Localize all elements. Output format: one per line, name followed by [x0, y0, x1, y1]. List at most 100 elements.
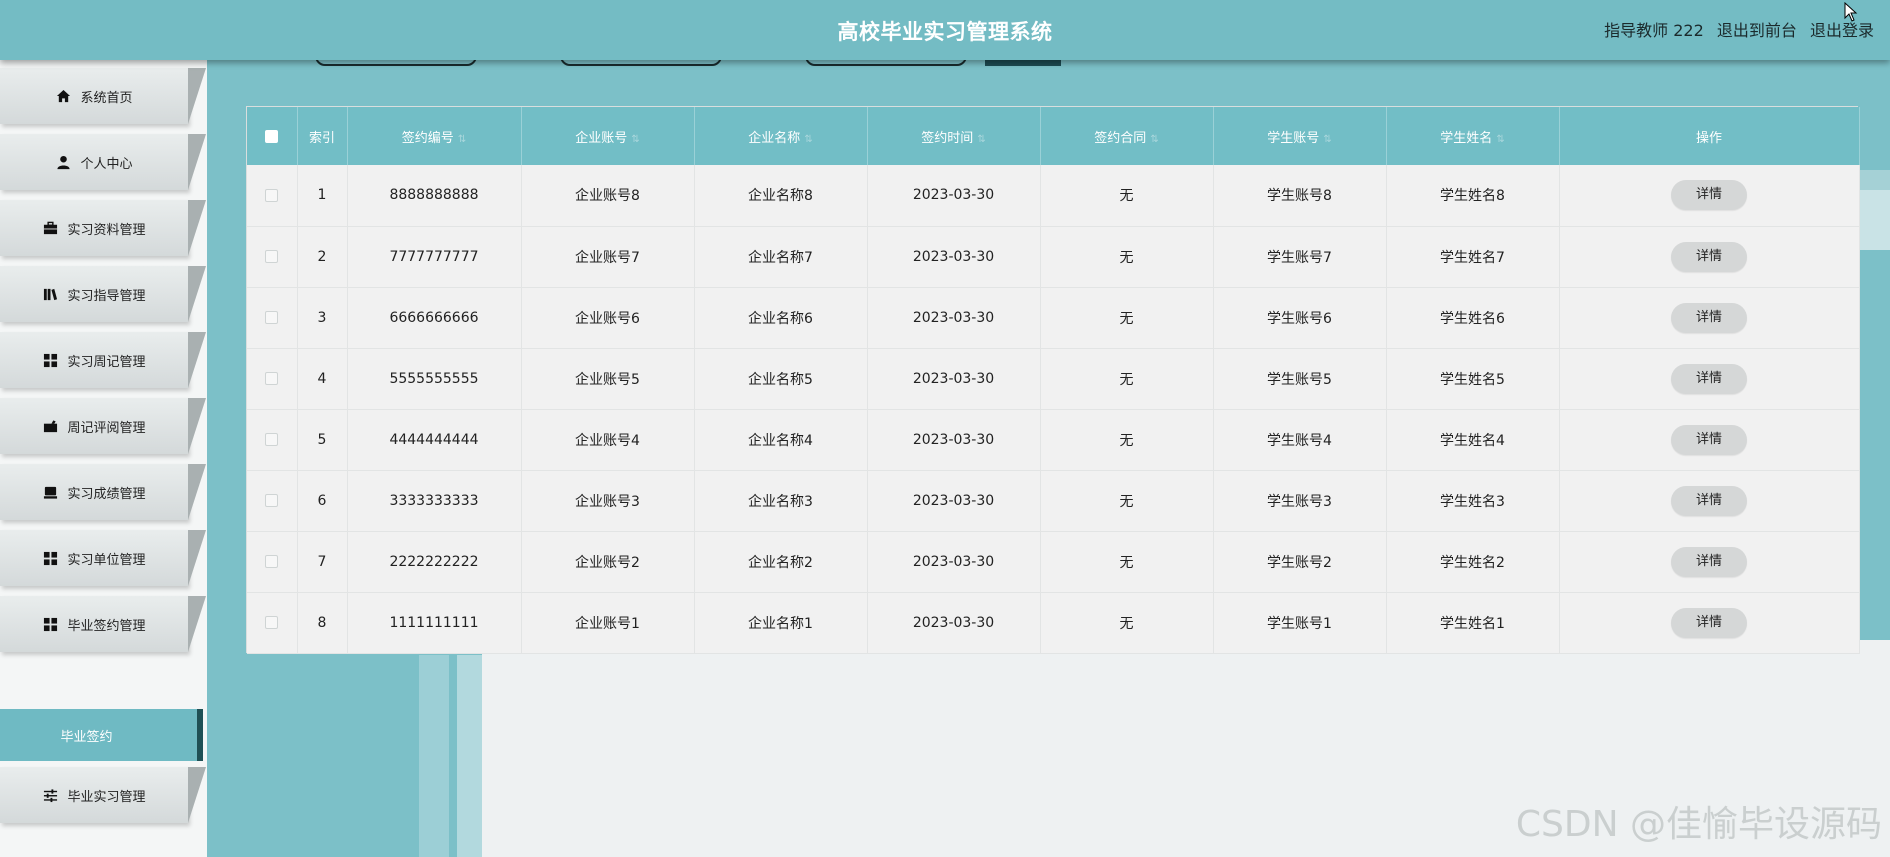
- sidebar-item-profile[interactable]: 个人中心: [0, 134, 206, 190]
- cell-index: 1: [297, 165, 348, 227]
- cell-student-account: 学生账号6: [1213, 287, 1387, 349]
- row-checkbox[interactable]: [265, 433, 279, 446]
- sort-icon[interactable]: ⇅: [1150, 134, 1158, 145]
- toolbar-button[interactable]: [805, 60, 967, 66]
- sort-icon[interactable]: ⇅: [977, 134, 985, 145]
- cell-action: 详情: [1559, 348, 1860, 410]
- cell-company-account: 企业账号3: [521, 470, 695, 532]
- row-select-cell: [247, 226, 298, 288]
- sort-icon[interactable]: ⇅: [631, 134, 639, 145]
- detail-button[interactable]: 详情: [1671, 607, 1747, 638]
- cell-company-name: 企业名称4: [694, 409, 868, 471]
- cell-index: 6: [297, 470, 348, 532]
- table-row: 4 5555555555 企业账号5 企业名称5 2023-03-30 无学生账号5 学生姓…: [247, 348, 1860, 410]
- cell-student-account: 学生账号4: [1213, 409, 1387, 471]
- cell-contract: 无: [1040, 165, 1214, 227]
- sidebar-item-weekly[interactable]: 实习周记管理: [0, 332, 206, 388]
- sort-icon[interactable]: ⇅: [458, 134, 466, 145]
- cell-contract: 无: [1040, 226, 1214, 288]
- row-checkbox[interactable]: [265, 372, 279, 385]
- sidebar-item-internship[interactable]: 毕业实习管理: [0, 767, 206, 823]
- row-checkbox[interactable]: [265, 494, 279, 507]
- cell-sign-no: 1111111111: [347, 592, 522, 654]
- toolbar-button[interactable]: [560, 60, 722, 66]
- cell-student-name: 学生姓名7: [1386, 226, 1560, 288]
- detail-button[interactable]: 详情: [1671, 363, 1747, 394]
- sidebar-item-signing[interactable]: 毕业签约管理: [0, 596, 206, 652]
- user-icon: [55, 154, 71, 170]
- cell-sign-no: 8888888888: [347, 165, 522, 227]
- cell-sign-time: 2023-03-30: [867, 531, 1041, 593]
- sidebar-item-review[interactable]: 周记评阅管理: [0, 398, 206, 454]
- cell-index: 8: [297, 592, 348, 654]
- sidebar-item-guidance[interactable]: 实习指导管理: [0, 266, 206, 322]
- sidebar-item-home[interactable]: 系统首页: [0, 68, 206, 124]
- sidebar-item-scores[interactable]: 实习成绩管理: [0, 464, 206, 520]
- detail-button[interactable]: 详情: [1671, 485, 1747, 516]
- col-company-name[interactable]: 企业名称 ⇅: [694, 107, 868, 165]
- cell-student-name: 学生姓名1: [1386, 592, 1560, 654]
- cell-sign-no: 7777777777: [347, 226, 522, 288]
- cell-sign-time: 2023-03-30: [867, 348, 1041, 410]
- back-to-front-link[interactable]: 退出到前台: [1717, 21, 1797, 40]
- cell-action: 详情: [1559, 592, 1860, 654]
- detail-button[interactable]: 详情: [1671, 180, 1747, 211]
- cell-company-account: 企业账号8: [521, 165, 695, 227]
- sort-icon[interactable]: ⇅: [1323, 134, 1331, 145]
- sidebar-item-units[interactable]: 实习单位管理: [0, 530, 206, 586]
- col-sign-time[interactable]: 签约时间 ⇅: [867, 107, 1041, 165]
- cell-company-name: 企业名称8: [694, 165, 868, 227]
- table-row: 6 3333333333 企业账号3 企业名称3 2023-03-30 无学生账号3 学生姓…: [247, 470, 1860, 532]
- sidebar-subitem-graduation-signing[interactable]: 毕业签约: [0, 709, 203, 761]
- sort-icon[interactable]: ⇅: [804, 134, 812, 145]
- cell-sign-no: 4444444444: [347, 409, 522, 471]
- toolbar-button[interactable]: [985, 60, 1061, 66]
- row-select-cell: [247, 470, 298, 532]
- sidebar-item-label: 系统首页: [80, 90, 133, 106]
- book-icon: [42, 286, 58, 302]
- sidebar-item-label: 实习周记管理: [67, 354, 146, 370]
- mouse-cursor-icon: [1844, 2, 1858, 22]
- sidebar-item-label: 实习指导管理: [67, 288, 146, 304]
- sidebar-item-materials[interactable]: 实习资料管理: [0, 200, 206, 256]
- row-checkbox[interactable]: [265, 555, 279, 568]
- detail-button[interactable]: 详情: [1671, 302, 1747, 333]
- sliders-icon: [42, 787, 58, 803]
- row-checkbox[interactable]: [265, 311, 279, 324]
- col-company-account[interactable]: 企业账号 ⇅: [521, 107, 695, 165]
- sidebar-item-label: 实习资料管理: [67, 222, 146, 238]
- col-sign-no[interactable]: 签约编号 ⇅: [347, 107, 522, 165]
- row-checkbox[interactable]: [265, 250, 279, 263]
- row-checkbox[interactable]: [265, 188, 279, 202]
- cell-sign-no: 5555555555: [347, 348, 522, 410]
- select-all-checkbox[interactable]: [265, 129, 279, 143]
- logout-link[interactable]: 退出登录: [1810, 21, 1874, 40]
- table-row: 3 6666666666 企业账号6 企业名称6 2023-03-30 无学生账号6 学生姓…: [247, 287, 1860, 349]
- sidebar-item-label: 实习单位管理: [67, 552, 146, 568]
- cell-contract: 无: [1040, 348, 1214, 410]
- cell-sign-no: 3333333333: [347, 470, 522, 532]
- row-select-cell: [247, 348, 298, 410]
- cell-company-name: 企业名称6: [694, 287, 868, 349]
- row-select-cell: [247, 531, 298, 593]
- row-select-cell: [247, 592, 298, 654]
- decor-strip: [1860, 190, 1890, 250]
- table-row: 2 7777777777 企业账号7 企业名称7 2023-03-30 无学生账号7 学生姓…: [247, 226, 1860, 288]
- cell-student-name: 学生姓名8: [1386, 165, 1560, 227]
- toolbar-button[interactable]: [315, 60, 477, 66]
- cell-company-name: 企业名称3: [694, 470, 868, 532]
- table-row: 1 8888888888 企业账号8 企业名称8 2023-03-30 无学生账号8 学生姓…: [247, 165, 1860, 227]
- detail-button[interactable]: 详情: [1671, 546, 1747, 577]
- col-contract[interactable]: 签约合同 ⇅: [1040, 107, 1214, 165]
- sidebar-item-label: 毕业实习管理: [67, 789, 146, 805]
- col-student-account[interactable]: 学生账号 ⇅: [1213, 107, 1387, 165]
- detail-button[interactable]: 详情: [1671, 241, 1747, 272]
- detail-button[interactable]: 详情: [1671, 424, 1747, 455]
- cell-student-account: 学生账号1: [1213, 592, 1387, 654]
- col-student-name[interactable]: 学生姓名 ⇅: [1386, 107, 1560, 165]
- suitcase-icon: [42, 418, 58, 434]
- sort-icon[interactable]: ⇅: [1496, 134, 1504, 145]
- row-checkbox[interactable]: [265, 616, 279, 629]
- main-content: 索引 签约编号 ⇅ 企业账号 ⇅ 企业名称 ⇅ 签约时间 ⇅ 签约合同 ⇅ 学生账号 ⇅ 学…: [207, 60, 1890, 857]
- cell-action: 详情: [1559, 409, 1860, 471]
